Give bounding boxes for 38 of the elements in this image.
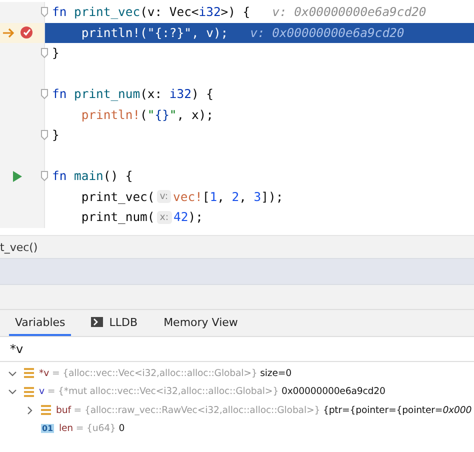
code-text: println!("{:?}", v); — [81, 26, 228, 40]
breakpoint-icon[interactable] — [20, 26, 33, 40]
collapse-icon[interactable] — [8, 368, 17, 378]
expand-icon[interactable] — [25, 406, 34, 415]
code-text: } — [52, 128, 60, 142]
fold-icon[interactable] — [41, 130, 48, 140]
panel-tab[interactable]: Memory View — [158, 310, 244, 336]
parameter-hint: v: — [156, 190, 172, 204]
struct-icon — [24, 368, 34, 378]
fold-icon[interactable] — [41, 89, 48, 100]
variable-text: *v = {alloc::vec::Vec<i32,alloc::alloc::Global>} size=0 — [39, 368, 292, 379]
run-icon[interactable] — [13, 170, 22, 182]
fold-icon[interactable] — [41, 7, 48, 18]
execution-arrow-icon — [3, 28, 15, 38]
code-text: fn main() { — [52, 169, 133, 184]
code-text: print_num( — [81, 210, 155, 224]
number-icon: 01 — [41, 424, 54, 434]
struct-icon — [24, 386, 34, 397]
fold-icon[interactable] — [41, 171, 48, 182]
struct-icon — [41, 405, 51, 416]
code-text: println!("{}", x); — [81, 108, 214, 122]
variable-text: buf = {alloc::raw_vec::RawVec<i32,alloc::alloc::Global>} {ptr={pointer={pointer=0x000 — [56, 404, 472, 416]
code-text: fn print_vec(v: Vec<i32>) { — [52, 5, 250, 20]
inline-value: v: 0x00000000e6a9cd20 — [250, 26, 404, 40]
code-text: 42); — [174, 210, 203, 224]
code-text: print_vec( — [81, 190, 155, 204]
variable-text: len = {u64} 0 — [58, 423, 125, 434]
inline-value: v: 0x00000000e6a9cd20 — [272, 5, 426, 20]
fold-icon[interactable] — [41, 48, 48, 58]
console-icon — [91, 317, 104, 327]
code-text: } — [52, 46, 60, 60]
parameter-hint: x: — [156, 210, 172, 224]
frame-row[interactable]: t_vec() — [0, 236, 474, 259]
code-text: vec![1, 2, 3]); — [173, 190, 284, 204]
variable-text: v = {*mut alloc::vec::Vec<i32,alloc::alloc::Global>} 0x00000000e6a9cd20 — [39, 386, 386, 398]
code-text: fn print_num(x: i32) { — [52, 87, 214, 102]
collapse-icon[interactable] — [8, 387, 17, 396]
panel-tab[interactable]: LLDB — [85, 310, 144, 336]
